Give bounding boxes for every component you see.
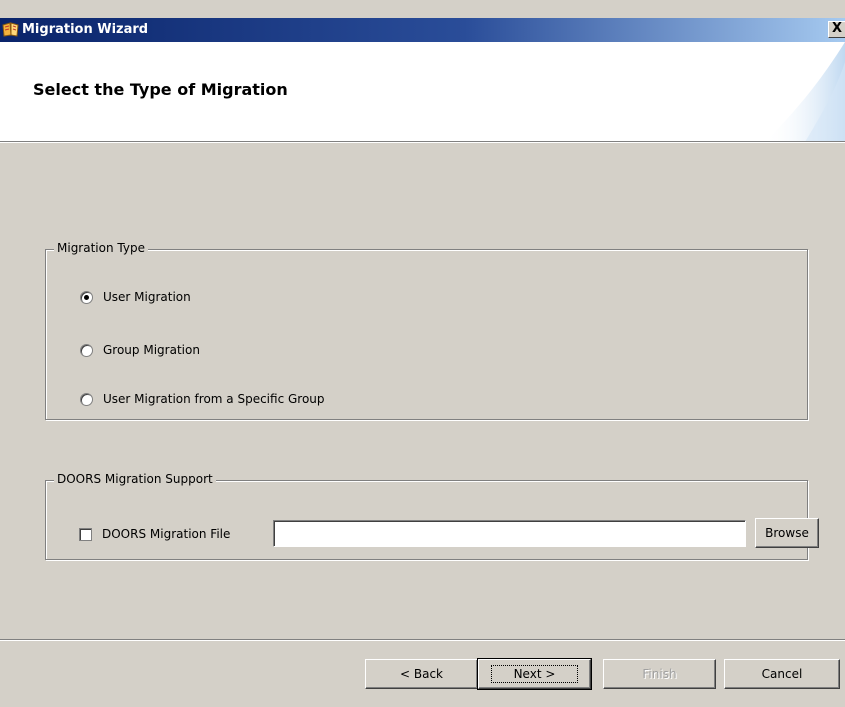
cancel-button[interactable]: Cancel xyxy=(724,659,840,689)
header-separator xyxy=(0,141,845,143)
doors-file-checkbox[interactable] xyxy=(79,527,92,541)
wizard-app-icon xyxy=(2,22,19,37)
window-title: Migration Wizard xyxy=(22,22,149,37)
header-decoration xyxy=(765,42,845,142)
wizard-header: Select the Type of Migration xyxy=(0,42,845,142)
radio-label: User Migration xyxy=(103,290,191,304)
migration-type-group: Migration Type User Migration Group Migr… xyxy=(45,241,808,420)
radio-user-migration[interactable]: User Migration xyxy=(80,290,191,304)
next-button[interactable]: Next > xyxy=(477,658,592,690)
doors-migration-legend: DOORS Migration Support xyxy=(54,472,216,486)
close-button[interactable]: X xyxy=(828,21,845,38)
footer-separator xyxy=(0,639,845,641)
radio-label: User Migration from a Specific Group xyxy=(103,392,325,406)
radio-user-migration-specific-group[interactable]: User Migration from a Specific Group xyxy=(80,392,325,406)
browse-button[interactable]: Browse xyxy=(755,518,819,548)
radio-button[interactable] xyxy=(80,343,93,357)
radio-label: Group Migration xyxy=(103,343,200,357)
back-button[interactable]: < Back xyxy=(365,659,478,689)
title-bar[interactable]: Migration Wizard X xyxy=(0,18,845,42)
radio-button[interactable] xyxy=(80,392,93,406)
doors-file-checkbox-row[interactable]: DOORS Migration File xyxy=(79,527,230,541)
radio-button-selected[interactable] xyxy=(80,290,93,304)
migration-type-legend: Migration Type xyxy=(54,241,148,255)
finish-button[interactable]: Finish xyxy=(603,659,716,689)
doors-migration-group: DOORS Migration Support DOORS Migration … xyxy=(45,472,819,560)
page-title: Select the Type of Migration xyxy=(33,80,288,99)
close-icon: X xyxy=(832,21,843,36)
back-button-label: < Back xyxy=(399,667,443,681)
doors-file-checkbox-label: DOORS Migration File xyxy=(102,527,231,541)
radio-group-migration[interactable]: Group Migration xyxy=(80,343,200,357)
cancel-button-label: Cancel xyxy=(761,667,803,681)
browse-button-label: Browse xyxy=(765,526,809,540)
doors-file-path-input[interactable] xyxy=(273,520,746,547)
next-button-label: Next > xyxy=(490,665,579,683)
finish-button-label: Finish xyxy=(642,667,677,681)
migration-wizard-window: Migration Wizard X Select the Type of Mi… xyxy=(0,0,845,707)
